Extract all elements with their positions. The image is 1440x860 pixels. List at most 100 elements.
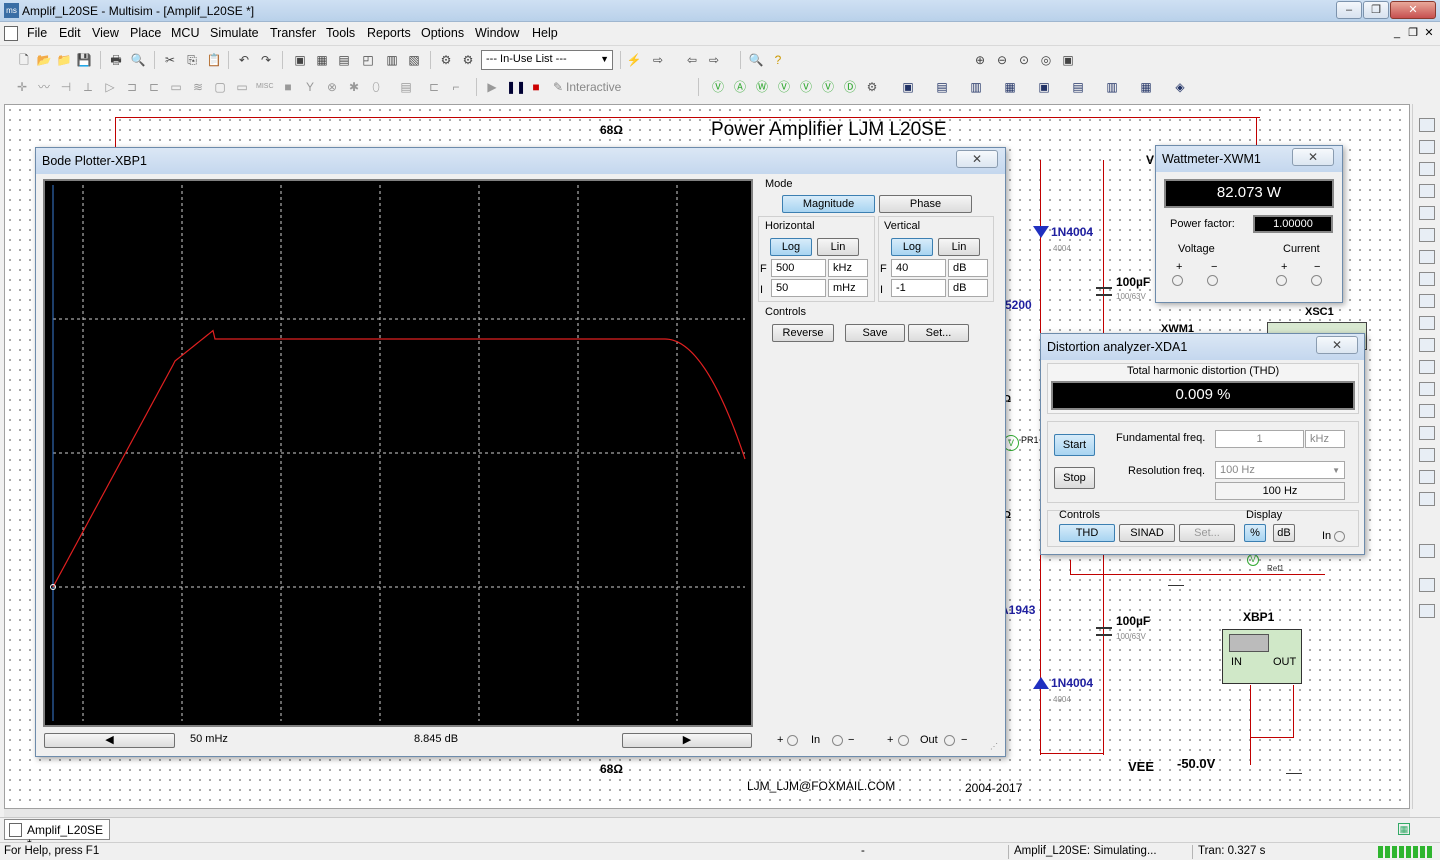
place-power-icon[interactable]: ▭ — [234, 79, 250, 95]
fundamental-freq-unit[interactable]: kHz — [1305, 430, 1345, 448]
menu-simulate[interactable]: Simulate — [210, 26, 259, 40]
zoom-area-icon[interactable]: ⊙ — [1016, 52, 1032, 68]
erc-icon[interactable]: ⚙ — [460, 52, 476, 68]
mdi-close-button[interactable]: ✕ — [1422, 27, 1436, 41]
spreadsheet-view-icon[interactable]: ▦ — [314, 52, 330, 68]
voltage-plus-terminal-icon[interactable] — [1172, 275, 1183, 286]
word-generator-icon[interactable] — [1419, 272, 1435, 286]
save-button[interactable]: Save — [845, 324, 905, 342]
place-source-icon[interactable]: ✛ — [14, 79, 30, 95]
start-button[interactable]: Start — [1054, 434, 1095, 456]
stop-button[interactable]: Stop — [1054, 467, 1095, 489]
set-button[interactable]: Set... — [1179, 524, 1235, 542]
forward-annotate-icon[interactable]: ⇨ — [706, 52, 722, 68]
instrument-counter-icon[interactable]: ▤ — [1070, 79, 1086, 95]
menu-file[interactable]: File — [27, 26, 47, 40]
diode-2-icon[interactable] — [1033, 677, 1049, 689]
place-indicator-icon[interactable]: ▢ — [212, 79, 228, 95]
horizontal-final-input[interactable]: 500 — [771, 259, 826, 277]
oscilloscope-tool-icon[interactable] — [1419, 184, 1435, 198]
ni-elvis-icon[interactable] — [1419, 578, 1435, 592]
in-use-list-select[interactable]: --- In-Use List --- ▼ — [481, 50, 613, 70]
probe-power-icon[interactable]: Ⓦ — [754, 79, 770, 95]
instrument-oscilloscope-icon[interactable]: ▦ — [1002, 79, 1018, 95]
bode-plotter-icon[interactable] — [1419, 228, 1435, 242]
probe-voltage-icon[interactable]: Ⓥ — [710, 79, 726, 95]
diode-1-icon[interactable] — [1033, 226, 1049, 238]
wattmeter-icon[interactable] — [1419, 162, 1435, 176]
reverse-button[interactable]: Reverse — [772, 324, 834, 342]
sinad-button[interactable]: SINAD — [1119, 524, 1175, 542]
place-hierarchical-icon[interactable]: ⊏ — [426, 79, 442, 95]
instrument-logic-analyzer-icon[interactable]: ▦ — [1138, 79, 1154, 95]
menu-window[interactable]: Window — [475, 26, 519, 40]
agilent-fg-icon[interactable] — [1419, 426, 1435, 440]
open-folder-icon[interactable]: 📂 — [36, 52, 52, 68]
bode-plot-area[interactable] — [43, 179, 753, 727]
horizontal-scrollbar[interactable] — [4, 809, 1410, 817]
place-ni-icon[interactable]: ✱ — [346, 79, 362, 95]
voltage-minus-terminal-icon[interactable] — [1207, 275, 1218, 286]
place-electromech-icon[interactable]: ⊗ — [324, 79, 340, 95]
place-cmos-icon[interactable]: ⊏ — [146, 79, 162, 95]
resolution-freq-select[interactable]: 100 Hz ▼ — [1215, 461, 1345, 479]
bode-title-bar[interactable]: Bode Plotter-XBP1 — [36, 148, 1005, 174]
pause-icon[interactable]: ❚❚ — [506, 79, 526, 95]
bode-instrument-icon[interactable]: IN OUT — [1222, 629, 1302, 684]
cut-icon[interactable]: ✂ — [162, 52, 178, 68]
toggle-fullscreen-icon[interactable]: ▣ — [292, 52, 308, 68]
out-minus-terminal-icon[interactable] — [944, 735, 955, 746]
new-file-icon[interactable]: 🗋 — [16, 52, 32, 68]
place-rf-icon[interactable]: Y — [302, 79, 318, 95]
instrument-multimeter-icon[interactable]: ▣ — [900, 79, 916, 95]
document-icon[interactable] — [4, 26, 18, 41]
phase-button[interactable]: Phase — [879, 195, 972, 213]
place-bus-icon[interactable]: ⌐ — [448, 79, 464, 95]
place-diode-icon[interactable]: ⊣ — [58, 79, 74, 95]
place-basic-icon[interactable]: 〰 — [36, 79, 52, 95]
zoom-in-icon[interactable]: ⊕ — [972, 52, 988, 68]
labview-icon[interactable] — [1419, 544, 1435, 558]
distortion-analyzer-icon[interactable] — [1419, 360, 1435, 374]
zoom-sheet-icon[interactable]: ◎ — [1038, 52, 1054, 68]
place-connector-icon[interactable]: ⬯ — [368, 79, 384, 95]
run-icon[interactable]: ▶ — [484, 79, 500, 95]
iv-analyzer-icon[interactable] — [1419, 338, 1435, 352]
instrument-bode-icon[interactable]: ▣ — [1036, 79, 1052, 95]
in-plus-terminal-icon[interactable] — [787, 735, 798, 746]
place-mixed-icon[interactable]: ≋ — [190, 79, 206, 95]
menu-transfer[interactable]: Transfer — [270, 26, 316, 40]
wattmeter-close-button[interactable]: ✕ — [1292, 148, 1334, 166]
menu-tools[interactable]: Tools — [326, 26, 355, 40]
place-ttl-icon[interactable]: ⊐ — [124, 79, 140, 95]
agilent-scope-icon[interactable] — [1419, 470, 1435, 484]
spreadsheet-toggle-icon[interactable]: ▦ — [1398, 823, 1410, 835]
in-terminal-icon[interactable] — [1334, 531, 1345, 542]
fundamental-freq-input[interactable]: 1 — [1215, 430, 1304, 448]
current-minus-terminal-icon[interactable] — [1311, 275, 1322, 286]
probe-current-icon[interactable]: Ⓐ — [732, 79, 748, 95]
save-icon[interactable]: 💾 — [76, 52, 92, 68]
in-minus-terminal-icon[interactable] — [832, 735, 843, 746]
current-plus-terminal-icon[interactable] — [1276, 275, 1287, 286]
frequency-counter-icon[interactable] — [1419, 250, 1435, 264]
instrument-distortion-icon[interactable]: ◈ — [1172, 79, 1188, 95]
menu-options[interactable]: Options — [421, 26, 464, 40]
mdi-restore-button[interactable]: ❐ — [1406, 27, 1420, 41]
database-manager-icon[interactable]: ▧ — [406, 52, 422, 68]
probe-digital-icon[interactable]: Ⓓ — [842, 79, 858, 95]
redo-icon[interactable]: ↷ — [258, 52, 274, 68]
print-preview-icon[interactable]: 🔍 — [130, 52, 146, 68]
help-icon[interactable]: ? — [770, 52, 786, 68]
function-generator-icon[interactable] — [1419, 140, 1435, 154]
mdi-minimize-button[interactable]: _ — [1390, 27, 1404, 41]
spectrum-analyzer-icon[interactable] — [1419, 382, 1435, 396]
menu-edit[interactable]: Edit — [59, 26, 81, 40]
cursor-left-button[interactable]: ◀ — [44, 733, 175, 748]
vertical-lin-button[interactable]: Lin — [938, 238, 980, 256]
probe-settings-icon[interactable]: ⚙ — [864, 79, 880, 95]
set-button[interactable]: Set... — [908, 324, 969, 342]
menu-place[interactable]: Place — [130, 26, 161, 40]
maximize-button[interactable]: ❐ — [1363, 1, 1389, 19]
horizontal-lin-button[interactable]: Lin — [817, 238, 859, 256]
